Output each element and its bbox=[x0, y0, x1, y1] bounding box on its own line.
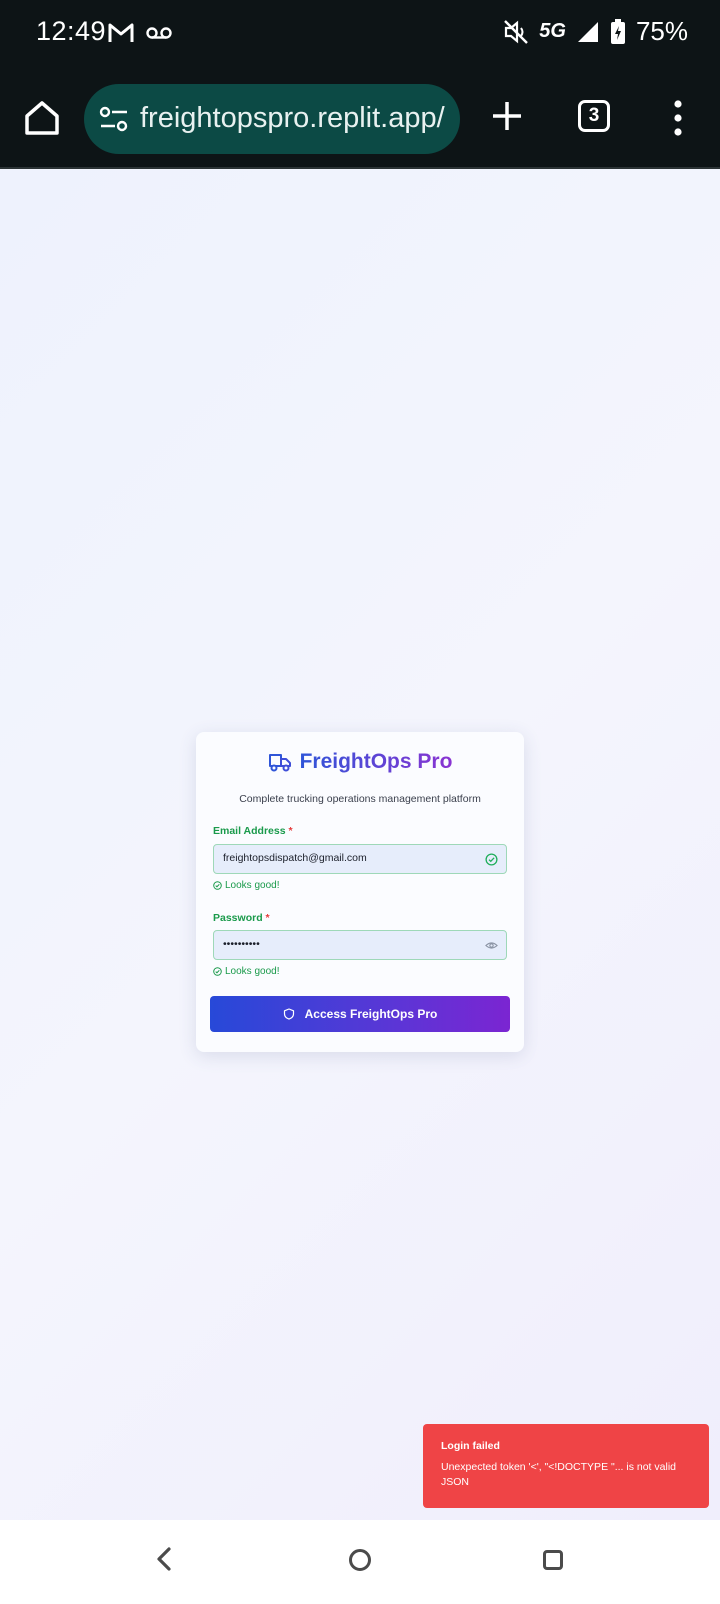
site-settings-icon[interactable] bbox=[98, 104, 130, 134]
network-type: 5G bbox=[539, 20, 566, 42]
access-button-label: Access FreightOps Pro bbox=[304, 1007, 438, 1021]
eye-icon[interactable] bbox=[485, 939, 498, 952]
email-hint-text: Looks good! bbox=[225, 880, 280, 891]
error-toast[interactable]: Login failed Unexpected token '<', "<!DO… bbox=[423, 1424, 709, 1508]
notification-icons bbox=[108, 22, 172, 44]
required-mark: * bbox=[288, 825, 293, 837]
home-icon[interactable] bbox=[22, 98, 62, 138]
page-background: FreightOps Pro Complete trucking operati… bbox=[0, 170, 720, 1520]
check-circle-icon bbox=[213, 881, 222, 890]
brand-title: FreightOps Pro bbox=[299, 750, 453, 773]
home-nav-icon[interactable] bbox=[349, 1549, 371, 1571]
new-tab-icon[interactable] bbox=[490, 99, 524, 133]
password-label-text: Password bbox=[213, 912, 263, 924]
truck-icon bbox=[268, 754, 291, 772]
gmail-icon bbox=[108, 23, 134, 42]
brand-subtitle: Complete trucking operations management … bbox=[239, 793, 481, 805]
email-value[interactable]: freightopsdispatch@gmail.com bbox=[223, 852, 367, 864]
email-field[interactable]: freightopsdispatch@gmail.com bbox=[213, 844, 507, 874]
signal-icon bbox=[577, 21, 598, 42]
battery-level: 75% bbox=[635, 16, 688, 46]
password-field[interactable]: •••••••••• bbox=[213, 930, 507, 960]
status-right: 5G 75% bbox=[503, 16, 688, 47]
status-time: 12:49 bbox=[36, 16, 107, 46]
check-circle-icon bbox=[213, 967, 222, 976]
system-nav-bar bbox=[0, 1520, 720, 1604]
tab-switcher-button[interactable]: 3 bbox=[578, 100, 610, 132]
check-circle-icon bbox=[485, 853, 498, 866]
voicemail-icon bbox=[146, 27, 172, 39]
address-bar[interactable]: freightopspro.replit.app/ bbox=[84, 84, 460, 154]
email-label-text: Email Address bbox=[213, 825, 286, 837]
more-menu-icon[interactable] bbox=[670, 98, 686, 138]
email-valid-hint: Looks good! bbox=[213, 880, 280, 891]
toast-message: Unexpected token '<', "<!DOCTYPE "... is… bbox=[441, 1461, 676, 1488]
status-bar: 12:49 5G 75% bbox=[0, 0, 720, 68]
password-hint-text: Looks good! bbox=[225, 966, 280, 977]
back-icon[interactable] bbox=[154, 1546, 174, 1572]
mute-icon bbox=[504, 19, 529, 44]
password-value[interactable]: •••••••••• bbox=[223, 938, 260, 950]
battery-charging-icon bbox=[610, 18, 625, 44]
password-valid-hint: Looks good! bbox=[213, 966, 280, 977]
brand-header: FreightOps Pro bbox=[196, 750, 524, 774]
browser-toolbar: freightopspro.replit.app/ 3 bbox=[0, 68, 720, 169]
access-button[interactable]: Access FreightOps Pro bbox=[210, 996, 510, 1032]
required-mark: * bbox=[265, 912, 270, 924]
url-text[interactable]: freightopspro.replit.app/ bbox=[140, 102, 445, 135]
shield-icon bbox=[283, 1008, 294, 1020]
recents-icon[interactable] bbox=[543, 1550, 563, 1570]
password-label: Password * bbox=[213, 912, 270, 924]
toast-title: Login failed bbox=[441, 1440, 500, 1452]
email-label: Email Address * bbox=[213, 825, 293, 837]
login-card: FreightOps Pro Complete trucking operati… bbox=[196, 732, 524, 1052]
